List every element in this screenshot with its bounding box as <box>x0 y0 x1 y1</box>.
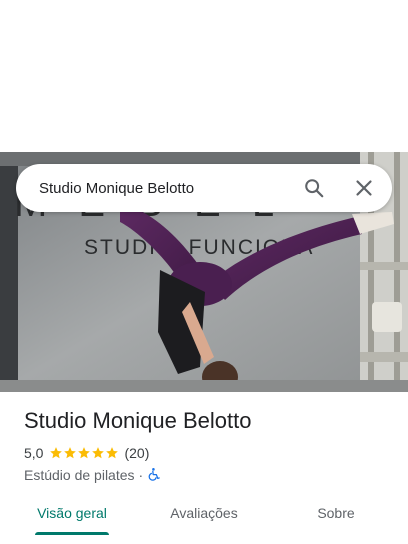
close-icon[interactable] <box>352 176 376 200</box>
star-icon <box>50 447 63 459</box>
search-icon[interactable] <box>302 176 326 200</box>
rating-row[interactable]: 5,0 (20) <box>24 444 394 462</box>
star-icon <box>106 447 119 459</box>
tab-reviews[interactable]: Avaliações <box>156 495 252 535</box>
place-name: Studio Monique Belotto <box>24 408 252 433</box>
search-bar[interactable]: Studio Monique Belotto <box>16 164 392 212</box>
tab-label: Visão geral <box>37 505 107 521</box>
tab-about[interactable]: Sobre <box>288 495 384 535</box>
tab-overview[interactable]: Visão geral <box>24 495 120 535</box>
place-info: Studio Monique Belotto 5,0 (20) Estúdio … <box>24 406 394 484</box>
review-count[interactable]: (20) <box>124 445 149 461</box>
star-icon <box>64 447 77 459</box>
active-tab-indicator <box>35 532 109 535</box>
place-tabs: Visão geral Avaliações Sobre <box>0 495 408 535</box>
separator-dot: · <box>138 467 144 483</box>
wheelchair-icon <box>147 467 161 484</box>
tab-label: Sobre <box>317 505 355 521</box>
place-category: Estúdio de pilates <box>24 467 135 483</box>
rating-value: 5,0 <box>24 445 44 461</box>
tab-label: Avaliações <box>170 505 238 521</box>
search-query[interactable]: Studio Monique Belotto <box>39 180 302 197</box>
star-icon <box>78 447 91 459</box>
star-icon <box>92 447 105 459</box>
rating-stars <box>49 446 119 460</box>
category-row: Estúdio de pilates · <box>24 466 394 484</box>
